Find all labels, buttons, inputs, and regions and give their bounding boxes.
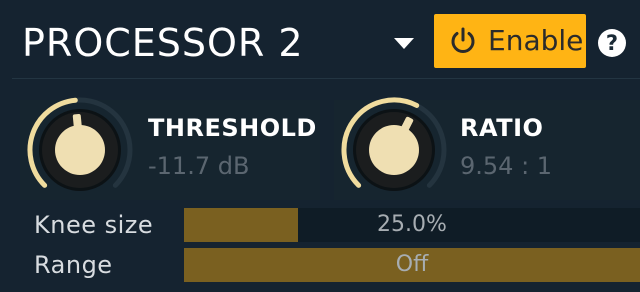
range-label: Range (34, 251, 113, 279)
processor-header: PROCESSOR 2 Enable ? (0, 0, 640, 78)
knee-size-slider[interactable]: 25.0% (184, 208, 640, 242)
ratio-label: RATIO (460, 114, 544, 142)
help-button[interactable]: ? (598, 29, 626, 57)
knee-size-label: Knee size (34, 211, 154, 239)
ratio-value[interactable]: 9.54 : 1 (460, 152, 552, 180)
threshold-value[interactable]: -11.7 dB (148, 152, 249, 180)
chevron-down-icon[interactable] (394, 38, 414, 49)
range-slider[interactable]: Off (184, 248, 640, 282)
processor-panel: PROCESSOR 2 Enable ? THRESHOLD -11.7 dB (0, 0, 640, 292)
ratio-knob[interactable] (338, 94, 450, 206)
header-divider (12, 78, 640, 79)
knee-size-value: 25.0% (377, 212, 447, 237)
processor-title: PROCESSOR 2 (22, 21, 304, 65)
enable-button[interactable]: Enable (434, 14, 586, 68)
threshold-knob[interactable] (24, 94, 136, 206)
range-value: Off (395, 252, 429, 277)
enable-button-label: Enable (488, 24, 584, 57)
threshold-section: THRESHOLD -11.7 dB (20, 97, 320, 200)
threshold-label: THRESHOLD (148, 114, 317, 142)
power-icon (451, 27, 475, 53)
ratio-section: RATIO 9.54 : 1 (334, 97, 640, 200)
